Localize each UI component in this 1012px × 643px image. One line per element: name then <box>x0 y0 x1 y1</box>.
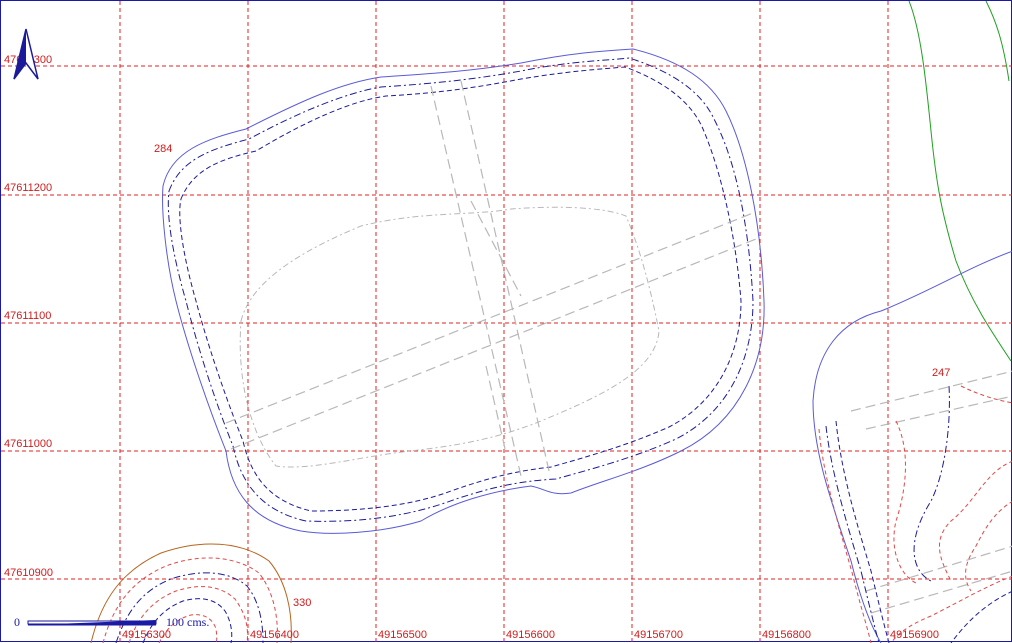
topographic-map[interactable]: 49156300 49156400 49156500 49156600 4915… <box>1 1 1012 643</box>
stream-line-2 <box>985 1 1010 82</box>
grid-x-label: 49156900 <box>890 629 939 641</box>
grid-x-label: 49156700 <box>634 629 683 641</box>
grid-y-label: 47611200 <box>4 182 52 194</box>
grid-x-label: 49156600 <box>506 629 555 641</box>
scale-bar: 0 100 cms. <box>14 615 209 629</box>
grid-x-label: 49156300 <box>122 629 171 641</box>
grid-y-label: 47610900 <box>4 567 53 579</box>
scale-bar-start-label: 0 <box>14 615 20 629</box>
right-hill-outer-contour <box>812 250 1012 643</box>
scale-bar-end-label: 100 cms. <box>166 615 209 629</box>
mesa-inner-contour <box>239 206 660 468</box>
grid-y-label: 47611100 <box>4 310 51 322</box>
map-canvas[interactable]: 49156300 49156400 49156500 49156600 4915… <box>0 0 1012 643</box>
grid-x-label: 49156800 <box>762 629 811 641</box>
grid-x-label: 49156500 <box>378 629 427 641</box>
mesa-contour-dashed-2 <box>179 66 742 512</box>
mesa-outer-contour <box>162 48 765 534</box>
grid-x-labels: 49156300 49156400 49156500 49156600 4915… <box>122 629 939 641</box>
contour-elevation-label: 330 <box>293 597 311 609</box>
grid-lines <box>1 1 1012 643</box>
contour-elevation-label: 247 <box>932 367 950 379</box>
contour-elevation-label: 284 <box>154 143 172 155</box>
grid-y-label: 47611000 <box>4 438 52 450</box>
mesa-contour-dashed-1 <box>167 57 754 522</box>
right-hill-contours <box>818 385 1012 643</box>
stream-line <box>908 1 1012 362</box>
grid-x-label: 49156400 <box>250 629 299 641</box>
grid-y-labels: 47611300 47611200 47611100 47611000 4761… <box>4 54 53 579</box>
